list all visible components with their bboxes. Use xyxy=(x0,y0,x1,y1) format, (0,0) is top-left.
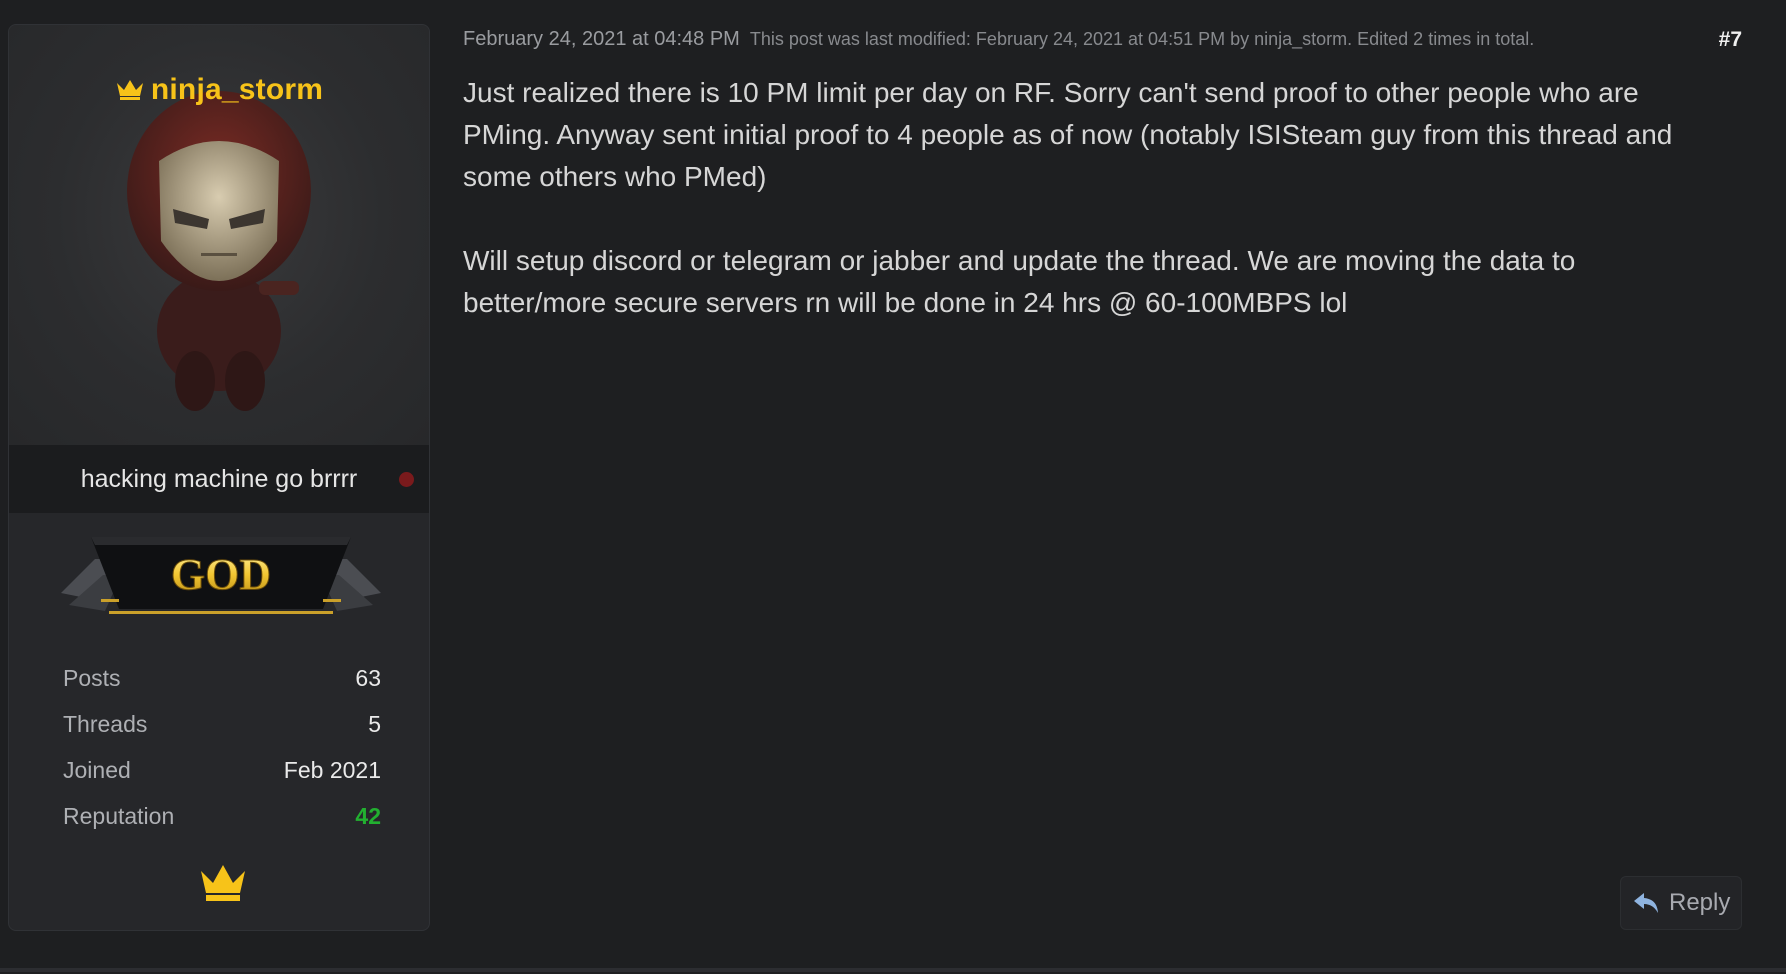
stat-value: Feb 2021 xyxy=(283,757,381,783)
post-meta: February 24, 2021 at 04:48 PM This post w… xyxy=(463,28,1703,51)
reply-arrow-icon xyxy=(1634,893,1658,913)
edit-note: This post was last modified: February 24… xyxy=(749,29,1535,49)
reputation-value[interactable]: 42 xyxy=(355,803,381,830)
stat-label: Posts xyxy=(63,665,121,691)
avatar[interactable] xyxy=(109,81,329,421)
stat-reputation: Reputation 42 xyxy=(63,803,381,849)
crown-icon xyxy=(201,865,245,901)
rank-text: GOD xyxy=(171,550,271,599)
reply-label: Reply xyxy=(1669,889,1731,916)
post-date[interactable]: February 24, 2021 at 04:48 PM xyxy=(463,28,740,50)
user-stats: Posts 63 Threads 5 Joined Feb 2021 Reput… xyxy=(63,665,381,849)
status-dot xyxy=(399,472,414,487)
divider xyxy=(0,968,1786,972)
stat-joined: Joined Feb 2021 xyxy=(63,757,381,803)
rank-badge: GOD xyxy=(61,537,381,614)
user-title-bar: hacking machine go brrrr xyxy=(9,445,429,513)
forum-post: ninja_storm hacking machine go brrrr GOD… xyxy=(0,0,1786,974)
crown-icon xyxy=(116,80,143,100)
stat-label: Joined xyxy=(63,757,131,783)
stat-posts: Posts 63 xyxy=(63,665,381,711)
avatar-area: ninja_storm xyxy=(9,25,429,445)
post-paragraph: Just realized there is 10 PM limit per d… xyxy=(463,77,1673,192)
stat-label: Threads xyxy=(63,711,148,737)
post-body: Just realized there is 10 PM limit per d… xyxy=(463,72,1723,366)
username-text: ninja_storm xyxy=(150,73,324,106)
post-number[interactable]: #7 xyxy=(1700,28,1742,52)
username[interactable]: ninja_storm xyxy=(9,73,429,107)
stat-value: 63 xyxy=(355,665,381,691)
stat-threads: Threads 5 xyxy=(63,711,381,757)
stat-value: 5 xyxy=(368,711,381,737)
user-title: hacking machine go brrrr xyxy=(80,465,358,493)
reply-button[interactable]: Reply xyxy=(1620,876,1742,930)
post-paragraph: Will setup discord or telegram or jabber… xyxy=(463,245,1576,318)
stat-label: Reputation xyxy=(63,803,175,829)
user-panel: ninja_storm hacking machine go brrrr GOD… xyxy=(8,24,430,931)
